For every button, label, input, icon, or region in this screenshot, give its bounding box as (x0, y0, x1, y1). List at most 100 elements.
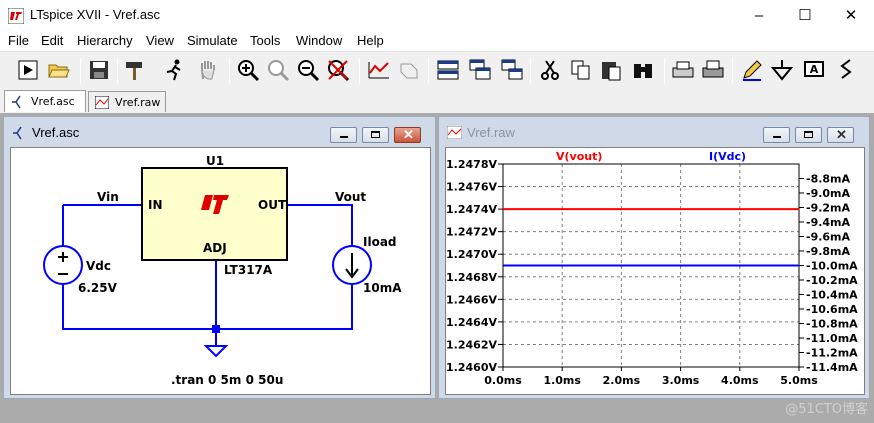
autorange-icon[interactable] (367, 58, 391, 82)
menu-view[interactable]: View (146, 33, 174, 48)
y-tick-label-right: -9.6mA (806, 231, 851, 244)
menu-edit[interactable]: Edit (41, 33, 63, 48)
y-tick-label-left: 1.2462V (446, 338, 497, 351)
print-icon[interactable] (701, 58, 725, 82)
waveform-minimize-button[interactable] (763, 127, 790, 143)
voltage-source-symbol[interactable] (43, 245, 83, 285)
schematic-window: Vref.asc ✕ U1 IN OUT ADJ LT317A Vin Vout… (3, 116, 436, 399)
waveform-canvas[interactable]: 0.0ms 1.0ms 2.0ms 3.0ms 4.0ms 5.0ms 1.2478V 1.2… (445, 147, 865, 395)
zoom-in-icon[interactable] (236, 58, 260, 82)
run-simulation-icon[interactable] (162, 58, 186, 82)
y-tick-label-left: 1.2464V (446, 316, 497, 329)
schematic-tab-icon (12, 95, 21, 109)
pin-adj-label: ADJ (203, 241, 227, 255)
zoom-pan-icon[interactable] (266, 58, 290, 82)
schematic-window-titlebar: Vref.asc ✕ (4, 117, 435, 147)
halt-hand-icon[interactable] (196, 58, 220, 82)
menu-simulate[interactable]: Simulate (187, 33, 238, 48)
waveform-window: Vref.raw ✕ 0.0ms 1.0ms 2.0ms 3.0ms 4.0ms 5.0m… (438, 116, 870, 399)
copy-icon[interactable] (569, 58, 593, 82)
trace-label-ivdc[interactable]: I(Vdc) (709, 150, 746, 163)
print-preview-icon[interactable] (671, 58, 695, 82)
waveform-window-title: Vref.raw (467, 125, 515, 140)
y-tick-label-left: 1.2478V (446, 158, 497, 171)
toolbar-separator (732, 58, 733, 84)
tab-vref-raw[interactable]: Vref.raw (88, 91, 166, 112)
y-tick-label-right: -9.2mA (806, 202, 851, 215)
menu-file[interactable]: File (8, 33, 29, 48)
tile-vertical-icon[interactable] (500, 58, 524, 82)
zoom-out-icon[interactable] (296, 58, 320, 82)
cascade-windows-icon[interactable] (468, 58, 492, 82)
x-tick-label: 5.0ms (780, 374, 818, 387)
waveform-restore-button[interactable] (795, 127, 822, 143)
waveform-tab-icon (95, 96, 109, 109)
y-tick-label-right: -11.2mA (806, 347, 858, 360)
tab-label: Vref.asc (31, 95, 75, 108)
regulator-model: LT317A (224, 263, 273, 277)
y-tick-label-right: -9.4mA (806, 216, 851, 229)
x-tick-label: 4.0ms (721, 374, 759, 387)
schematic-restore-button[interactable] (362, 127, 389, 143)
pin-in-label: IN (148, 198, 163, 212)
y-tick-label-right: -8.8mA (806, 173, 851, 186)
vsource-name: Vdc (86, 259, 111, 273)
y-tick-label-right: -10.2mA (806, 274, 858, 287)
minimize-button[interactable]: – (736, 0, 782, 31)
toolbar-separator (117, 58, 118, 84)
schematic-window-title: Vref.asc (32, 125, 80, 140)
label-net-icon[interactable]: A (802, 58, 826, 82)
tab-bar: Vref.asc Vref.raw (0, 89, 874, 113)
toolbar-separator (229, 58, 230, 84)
waveform-plot: 0.0ms 1.0ms 2.0ms 3.0ms 4.0ms 5.0ms 1.2478V 1.2… (446, 158, 858, 387)
x-tick-label: 1.0ms (543, 374, 581, 387)
toolbar-separator (80, 58, 81, 84)
y-tick-label-right: -10.8mA (806, 318, 858, 331)
resistor-icon[interactable] (834, 58, 858, 82)
menu-help[interactable]: Help (357, 33, 384, 48)
cut-scissors-icon[interactable] (538, 58, 562, 82)
ltspice-app-icon (8, 8, 24, 24)
save-icon[interactable] (87, 58, 111, 82)
paste-icon[interactable] (599, 58, 623, 82)
spice-directive[interactable]: .tran 0 5m 0 50u (171, 373, 283, 387)
menu-window[interactable]: Window (296, 33, 342, 48)
x-tick-label: 2.0ms (603, 374, 641, 387)
draw-wire-pencil-icon[interactable] (740, 58, 764, 82)
tile-horizontal-icon[interactable] (436, 58, 460, 82)
open-folder-icon[interactable] (47, 58, 71, 82)
tab-vref-asc[interactable]: Vref.asc (4, 90, 86, 112)
ground-symbol-icon[interactable] (770, 58, 794, 82)
menu-hierarchy[interactable]: Hierarchy (77, 33, 133, 48)
control-panel-hammer-icon[interactable] (123, 58, 147, 82)
menu-tools[interactable]: Tools (250, 33, 280, 48)
toolbar: A (0, 51, 874, 89)
junction-dot (212, 325, 220, 333)
pin-out-label: OUT (258, 198, 287, 212)
x-tick-label: 3.0ms (662, 374, 700, 387)
menu-bar: File Edit Hierarchy View Simulate Tools … (0, 31, 874, 51)
svg-text:A: A (810, 63, 819, 76)
close-button[interactable]: ✕ (828, 0, 874, 31)
toolbar-separator (530, 58, 531, 84)
regulator-refdes: U1 (206, 154, 225, 168)
net-vout-label: Vout (335, 190, 367, 204)
x-tick-label: 0.0ms (484, 374, 522, 387)
new-schematic-icon[interactable] (16, 58, 40, 82)
waveform-close-button[interactable]: ✕ (827, 127, 854, 143)
window-title: LTspice XVII - Vref.asc (30, 7, 161, 22)
find-binoculars-icon[interactable] (631, 58, 655, 82)
y-tick-label-right: -10.4mA (806, 289, 858, 302)
y-tick-label-left: 1.2460V (446, 361, 497, 374)
annotate-3d-icon[interactable] (397, 58, 421, 82)
maximize-button[interactable]: ☐ (782, 0, 828, 31)
schematic-window-icon (13, 126, 22, 140)
zoom-fit-icon[interactable] (326, 58, 350, 82)
schematic-close-button[interactable]: ✕ (394, 127, 421, 143)
schematic-minimize-button[interactable] (330, 127, 357, 143)
schematic-canvas[interactable]: U1 IN OUT ADJ LT317A Vin Vout Vdc 6.25V … (10, 147, 431, 395)
y-tick-label-right: -10.0mA (806, 260, 858, 273)
trace-label-vout[interactable]: V(vout) (556, 150, 602, 163)
y-tick-label-right: -10.6mA (806, 303, 858, 316)
ground-symbol (203, 345, 229, 358)
